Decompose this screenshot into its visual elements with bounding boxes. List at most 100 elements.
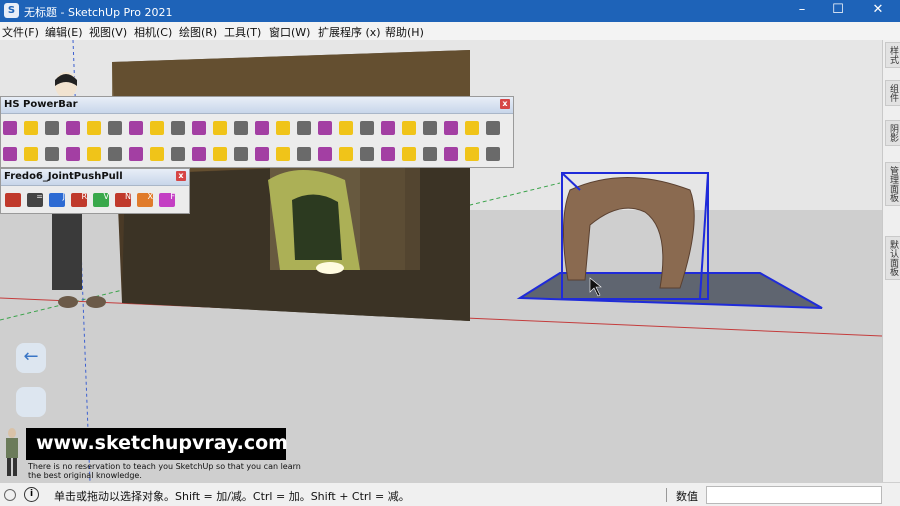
powerbar-tool-icon[interactable]: [381, 121, 395, 135]
back-nav-button[interactable]: ←: [16, 343, 46, 373]
watermark-line-1: There is no reservation to teach you Ske…: [28, 462, 301, 471]
powerbar-tool-icon[interactable]: [276, 147, 290, 161]
powerbar-tool-icon[interactable]: [87, 121, 101, 135]
powerbar-tool-icon[interactable]: [171, 147, 185, 161]
powerbar-tool-icon[interactable]: [318, 147, 332, 161]
status-hint: 单击或拖动以选择对象。Shift = 加/减。Ctrl = 加。Shift + …: [54, 490, 410, 503]
minimize-button[interactable]: –: [784, 0, 820, 22]
maximize-button[interactable]: ☐: [820, 0, 856, 22]
powerbar-tool-icon[interactable]: [192, 147, 206, 161]
powerbar-tool-icon[interactable]: [318, 121, 332, 135]
joint-push-pull-tool-icon[interactable]: F: [159, 193, 175, 207]
powerbar-tool-icon[interactable]: [339, 147, 353, 161]
powerbar-tool-icon[interactable]: [255, 121, 269, 135]
powerbar-tool-icon[interactable]: [339, 121, 353, 135]
powerbar-tool-icon[interactable]: [297, 121, 311, 135]
menu-bar: 文件(F) 编辑(E) 视图(V) 相机(C) 绘图(R) 工具(T) 窗口(W…: [0, 22, 900, 41]
powerbar-tool-icon[interactable]: [192, 121, 206, 135]
powerbar-tool-icon[interactable]: [234, 147, 248, 161]
status-bar: i 单击或拖动以选择对象。Shift = 加/减。Ctrl = 加。Shift …: [0, 482, 900, 506]
sketchup-icon: S: [4, 3, 19, 18]
powerbar-tool-icon[interactable]: [297, 147, 311, 161]
menu-window[interactable]: 窗口(W): [269, 24, 310, 40]
powerbar-close-button[interactable]: x: [500, 99, 510, 109]
powerbar-tool-icon[interactable]: [108, 121, 122, 135]
joint-push-pull-tool-icon[interactable]: V: [93, 193, 109, 207]
powerbar-tool-icon[interactable]: [402, 147, 416, 161]
tab-styles[interactable]: 样式: [885, 42, 900, 68]
fredo-close-button[interactable]: x: [176, 171, 186, 181]
powerbar-tool-icon[interactable]: [381, 147, 395, 161]
powerbar-tool-icon[interactable]: [24, 147, 38, 161]
joint-push-pull-tool-icon[interactable]: J: [49, 193, 65, 207]
title-bar: S 无标题 - SketchUp Pro 2021 – ☐ ✕: [0, 0, 900, 22]
powerbar-title: HS PowerBar: [4, 99, 78, 110]
watermark-line-2: the best original knowledge.: [28, 471, 142, 480]
powerbar-tool-icon[interactable]: [66, 147, 80, 161]
powerbar-tool-icon[interactable]: [486, 121, 500, 135]
powerbar-toolbar: HS PowerBar x: [0, 96, 514, 168]
joint-push-pull-tool-icon[interactable]: X: [137, 193, 153, 207]
menu-extensions[interactable]: 扩展程序 (x): [318, 24, 381, 40]
tab-manage-tray[interactable]: 管理面板: [885, 162, 900, 206]
fredo-title: Fredo6_JointPushPull: [4, 171, 123, 182]
measurements-input[interactable]: [706, 486, 882, 504]
menu-view[interactable]: 视图(V): [89, 24, 127, 40]
powerbar-tool-icon[interactable]: [486, 147, 500, 161]
joint-push-pull-tool-icon[interactable]: R: [71, 193, 87, 207]
menu-help[interactable]: 帮助(H): [385, 24, 424, 40]
powerbar-tool-icon[interactable]: [465, 121, 479, 135]
powerbar-tool-icon[interactable]: [234, 121, 248, 135]
powerbar-tool-icon[interactable]: [45, 121, 59, 135]
menu-draw[interactable]: 绘图(R): [179, 24, 217, 40]
tab-shadows[interactable]: 阴影: [885, 120, 900, 146]
powerbar-title-bar[interactable]: HS PowerBar x: [1, 97, 513, 114]
measurements-label: 数值: [676, 490, 698, 503]
powerbar-tool-icon[interactable]: [3, 121, 17, 135]
powerbar-tool-icon[interactable]: [465, 147, 479, 161]
powerbar-tool-icon[interactable]: [66, 121, 80, 135]
powerbar-tool-icon[interactable]: [402, 121, 416, 135]
powerbar-tool-icon[interactable]: [150, 121, 164, 135]
powerbar-tool-icon[interactable]: [129, 147, 143, 161]
fredo-title-bar[interactable]: Fredo6_JointPushPull x: [1, 169, 189, 186]
menu-edit[interactable]: 编辑(E): [45, 24, 83, 40]
georeference-icon[interactable]: [4, 489, 16, 501]
powerbar-row-1: [1, 117, 513, 139]
powerbar-tool-icon[interactable]: [150, 147, 164, 161]
powerbar-tool-icon[interactable]: [108, 147, 122, 161]
window-title: 无标题 - SketchUp Pro 2021: [24, 6, 173, 19]
powerbar-row-2: [1, 143, 513, 165]
powerbar-tool-icon[interactable]: [45, 147, 59, 161]
joint-push-pull-tool-icon[interactable]: [5, 193, 21, 207]
powerbar-tool-icon[interactable]: [360, 121, 374, 135]
powerbar-tool-icon[interactable]: [213, 147, 227, 161]
powerbar-tool-icon[interactable]: [87, 147, 101, 161]
powerbar-tool-icon[interactable]: [3, 147, 17, 161]
close-button[interactable]: ✕: [860, 0, 896, 22]
powerbar-tool-icon[interactable]: [24, 121, 38, 135]
status-divider: [666, 488, 667, 502]
menu-camera[interactable]: 相机(C): [134, 24, 172, 40]
powerbar-tool-icon[interactable]: [276, 121, 290, 135]
back-arrow-icon: ←: [23, 346, 39, 367]
powerbar-tool-icon[interactable]: [444, 121, 458, 135]
powerbar-tool-icon[interactable]: [444, 147, 458, 161]
powerbar-tool-icon[interactable]: [213, 121, 227, 135]
menu-tools[interactable]: 工具(T): [224, 24, 261, 40]
joint-push-pull-tool-icon[interactable]: =: [27, 193, 43, 207]
powerbar-tool-icon[interactable]: [255, 147, 269, 161]
powerbar-tool-icon[interactable]: [171, 121, 185, 135]
powerbar-tool-icon[interactable]: [423, 147, 437, 161]
powerbar-tool-icon[interactable]: [423, 121, 437, 135]
secondary-nav-button[interactable]: [16, 387, 46, 417]
menu-file[interactable]: 文件(F): [2, 24, 39, 40]
joint-push-pull-tool-icon[interactable]: N: [115, 193, 131, 207]
tab-components[interactable]: 组件: [885, 80, 900, 106]
watermark-banner: www.sketchupvray.com: [26, 428, 288, 460]
tab-default-tray[interactable]: 默认面板: [885, 236, 900, 280]
powerbar-tool-icon[interactable]: [360, 147, 374, 161]
info-icon[interactable]: i: [24, 487, 39, 502]
fredo-toolbar: Fredo6_JointPushPull x = J R V N X F: [0, 168, 190, 214]
powerbar-tool-icon[interactable]: [129, 121, 143, 135]
